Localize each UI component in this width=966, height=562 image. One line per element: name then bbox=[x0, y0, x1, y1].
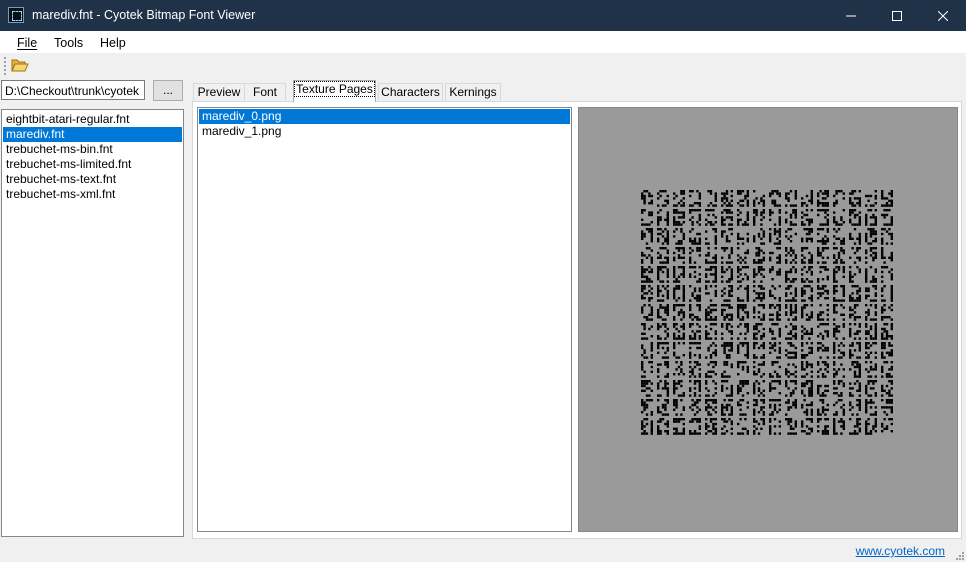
list-item[interactable]: eightbit-atari-regular.fnt bbox=[3, 112, 182, 127]
folder-open-icon bbox=[11, 59, 29, 72]
list-item[interactable]: trebuchet-ms-bin.fnt bbox=[3, 142, 182, 157]
menu-tools[interactable]: Tools bbox=[54, 36, 83, 50]
open-button[interactable] bbox=[11, 57, 31, 75]
status-bar: www.cyotek.com bbox=[0, 541, 966, 562]
menu-bar: File Tools Help bbox=[0, 31, 966, 53]
list-item[interactable]: marediv_1.png bbox=[199, 124, 570, 139]
tab-texture-pages[interactable]: Texture Pages bbox=[293, 80, 376, 102]
maximize-icon bbox=[892, 10, 902, 21]
menu-file[interactable]: File bbox=[17, 36, 37, 50]
browse-button[interactable]: ... bbox=[153, 80, 183, 101]
toolbar-grip[interactable] bbox=[4, 57, 8, 75]
minimize-button[interactable] bbox=[828, 0, 874, 31]
toolbar bbox=[0, 53, 966, 80]
font-file-list[interactable]: eightbit-atari-regular.fnt marediv.fnt t… bbox=[1, 109, 184, 537]
tab-font[interactable]: Font bbox=[244, 83, 286, 101]
minimize-icon bbox=[846, 15, 856, 16]
title-bar[interactable]: marediv.fnt - Cyotek Bitmap Font Viewer bbox=[0, 0, 966, 31]
tab-kernings[interactable]: Kernings bbox=[445, 83, 501, 101]
texture-page-list[interactable]: marediv_0.png marediv_1.png bbox=[197, 107, 572, 532]
texture-image bbox=[641, 190, 893, 435]
list-item[interactable]: trebuchet-ms-text.fnt bbox=[3, 172, 182, 187]
close-icon bbox=[938, 10, 948, 21]
size-grip-icon[interactable] bbox=[954, 550, 964, 560]
window-title: marediv.fnt - Cyotek Bitmap Font Viewer bbox=[32, 8, 256, 22]
maximize-button[interactable] bbox=[874, 0, 920, 31]
app-icon bbox=[8, 7, 24, 23]
list-item[interactable]: trebuchet-ms-xml.fnt bbox=[3, 187, 182, 202]
list-item[interactable]: trebuchet-ms-limited.fnt bbox=[3, 157, 182, 172]
close-button[interactable] bbox=[920, 0, 966, 31]
list-item[interactable]: marediv.fnt bbox=[3, 127, 182, 142]
tab-preview[interactable]: Preview bbox=[193, 83, 245, 101]
path-field[interactable]: D:\Checkout\trunk\cyotek bbox=[1, 80, 145, 100]
tab-characters[interactable]: Characters bbox=[378, 83, 443, 101]
cyotek-link[interactable]: www.cyotek.com bbox=[856, 544, 945, 558]
list-item[interactable]: marediv_0.png bbox=[199, 109, 570, 124]
texture-preview[interactable] bbox=[578, 107, 958, 532]
menu-help[interactable]: Help bbox=[100, 36, 126, 50]
